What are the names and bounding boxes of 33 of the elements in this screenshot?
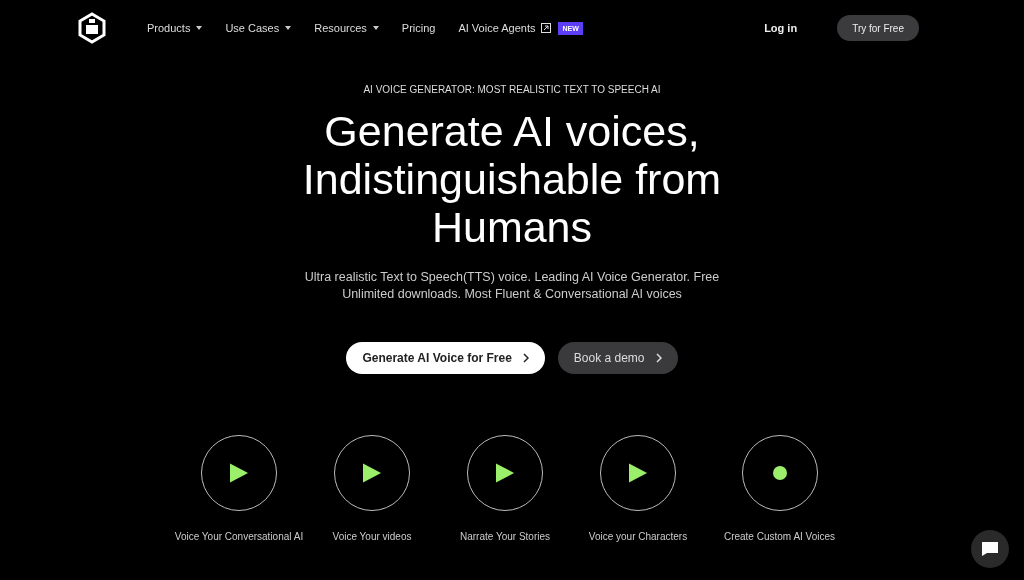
- headline-line: Humans: [431, 203, 593, 251]
- nav-link[interactable]: AI Voice Agents: [458, 22, 552, 34]
- nav-link[interactable]: Use Cases: [225, 22, 292, 34]
- headline-line: Generate AI voices,: [324, 107, 700, 155]
- caret-icon: [285, 26, 292, 30]
- login-link[interactable]: Log in: [764, 22, 798, 34]
- chat-button[interactable]: [971, 530, 1009, 568]
- play-icon: [628, 463, 648, 483]
- play-icon: [362, 463, 382, 483]
- chevron-icon: [655, 353, 662, 363]
- external-link-icon: [541, 23, 552, 33]
- play-icon: [495, 463, 515, 483]
- cta-button[interactable]: Book a demo: [557, 342, 678, 374]
- nav-link[interactable]: Products: [147, 22, 203, 34]
- feature-label: Voice your Characters: [588, 531, 688, 542]
- dot-icon: [772, 466, 787, 480]
- feature-label: Voice Your videos: [332, 531, 412, 542]
- feature-label: Narrate Your Stories: [459, 531, 551, 542]
- feature-label: Voice Your Conversational AI: [174, 531, 304, 542]
- headline-line: Indistinguishable from: [302, 155, 722, 203]
- logo-icon[interactable]: [77, 12, 107, 44]
- chat-icon: [981, 541, 999, 557]
- try-free-button[interactable]: Try for Free: [837, 15, 919, 41]
- subtitle-text: Ultra realistic Text to Speech(TTS) voice. Leading AI Voice Generator. Free Unlimited downloads. Most Fluent & Conversational AI voices: [303, 269, 721, 303]
- play-icon: [229, 463, 249, 483]
- nav-link[interactable]: Resources: [314, 22, 379, 34]
- caret-icon: [196, 26, 203, 30]
- eyebrow-text: AI VOICE GENERATOR: MOST REALISTIC TEXT TO SPEECH AI: [363, 84, 661, 95]
- cta-button[interactable]: Generate AI Voice for Free: [346, 342, 545, 374]
- chevron-icon: [522, 353, 529, 363]
- caret-icon: [372, 26, 379, 30]
- feature-label: Create Custom AI Voices: [723, 531, 836, 542]
- nav-link[interactable]: Pricing: [401, 22, 436, 34]
